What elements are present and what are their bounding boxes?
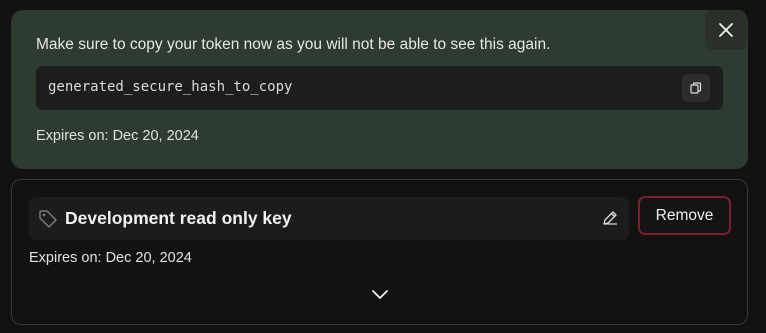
pencil-icon[interactable] — [602, 210, 618, 226]
token-value: generated_secure_hash_to_copy — [48, 79, 293, 95]
token-expiry: Expires on: Dec 20, 2024 — [36, 128, 199, 144]
token-notice-card: Make sure to copy your token now as you … — [11, 10, 748, 169]
copy-icon — [690, 82, 702, 94]
page: Make sure to copy your token now as you … — [0, 0, 766, 333]
key-name-row: Development read only key — [29, 197, 629, 240]
remove-button[interactable]: Remove — [638, 196, 731, 235]
chevron-down-icon[interactable] — [370, 287, 390, 301]
api-key-card: Development read only key Remove Expires… — [11, 179, 748, 325]
tag-icon — [39, 210, 57, 228]
copy-button[interactable] — [682, 74, 710, 102]
key-expiry: Expires on: Dec 20, 2024 — [29, 250, 192, 266]
close-icon — [719, 23, 733, 37]
close-button[interactable] — [705, 10, 747, 50]
key-name: Development read only key — [65, 208, 292, 228]
token-notice-message: Make sure to copy your token now as you … — [36, 36, 551, 53]
token-field[interactable]: generated_secure_hash_to_copy — [36, 66, 723, 110]
